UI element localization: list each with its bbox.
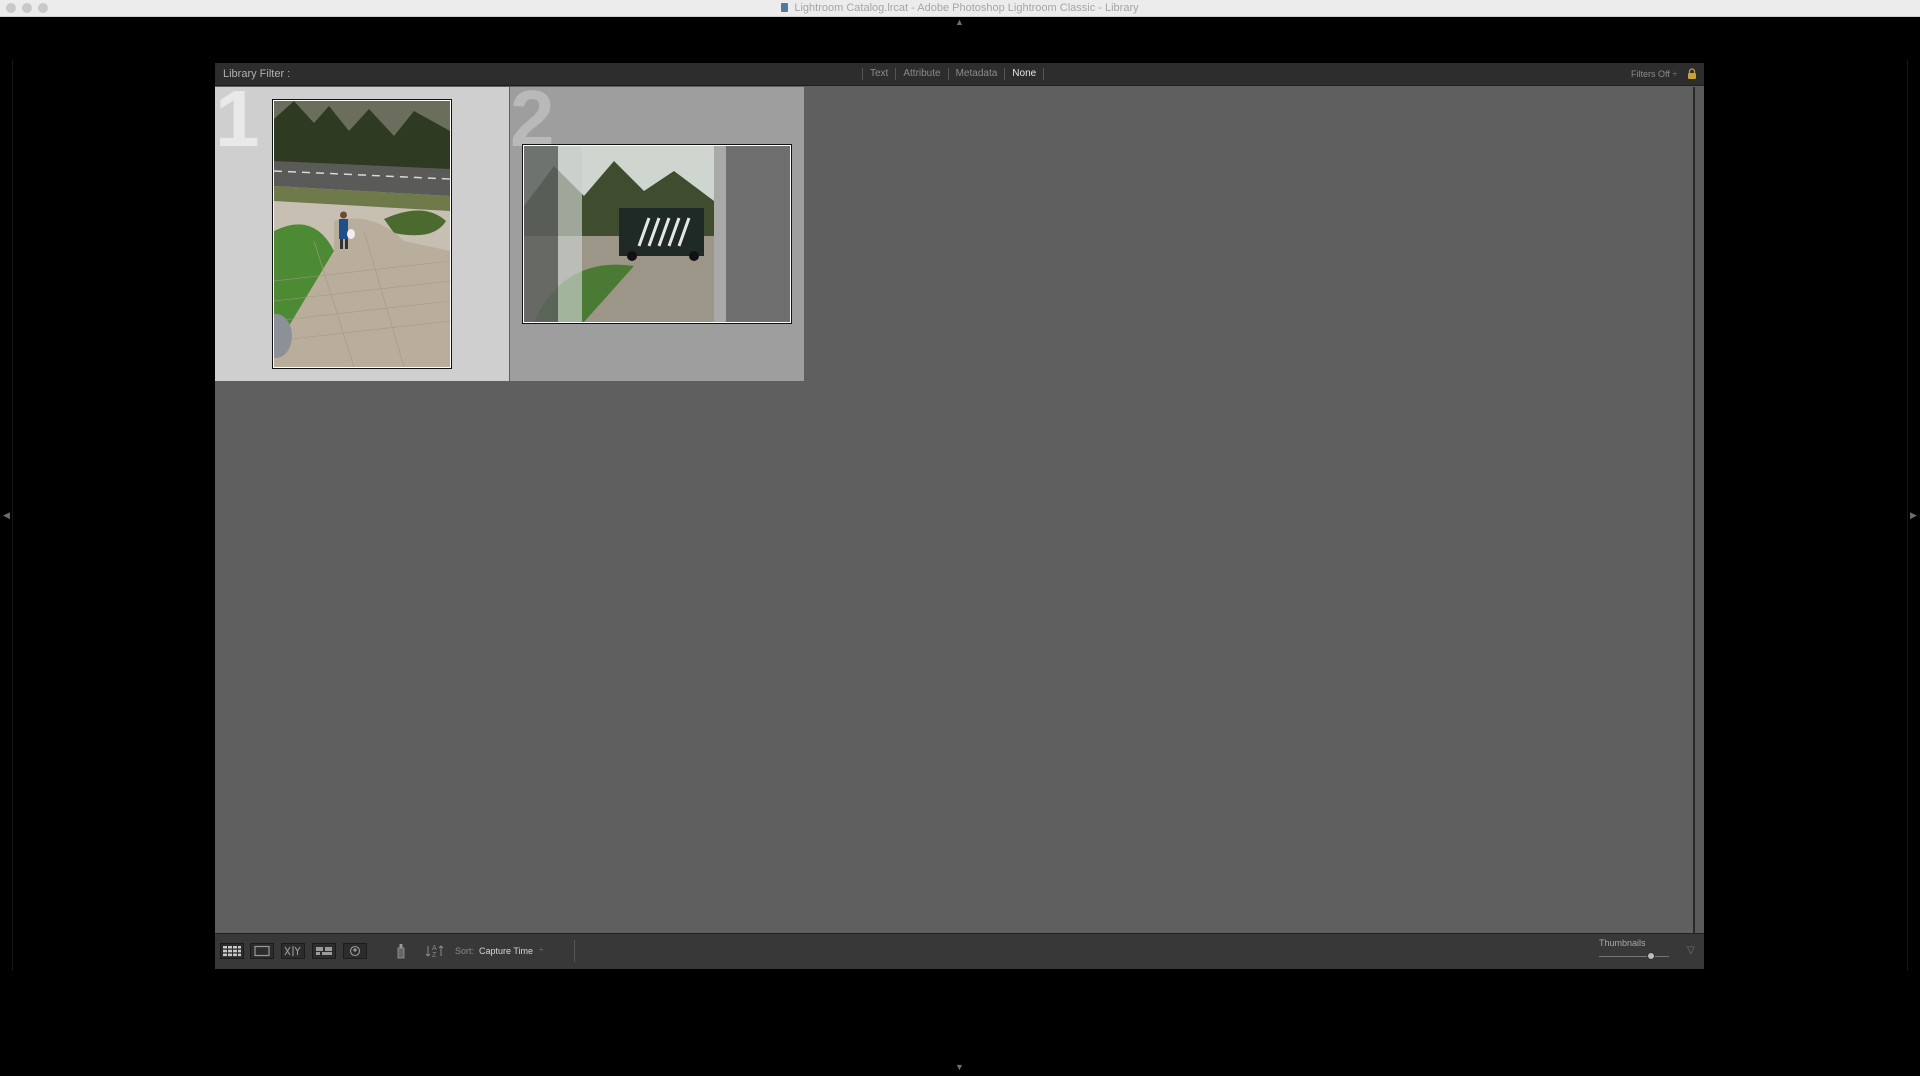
left-panel-toggle-icon[interactable]: ◀ xyxy=(3,511,10,520)
filter-tab-none[interactable]: None xyxy=(1004,68,1045,80)
grid-cell-selected[interactable]: 1 xyxy=(215,87,509,381)
top-panel-toggle-icon[interactable]: ▲ xyxy=(955,18,964,27)
lock-icon[interactable] xyxy=(1687,67,1697,79)
filter-preset-value: Filters Off xyxy=(1631,69,1670,79)
library-filter-bar: Library Filter : Text Attribute Metadata… xyxy=(215,63,1704,86)
svg-text:Z: Z xyxy=(432,952,437,959)
filter-tab-text[interactable]: Text xyxy=(862,68,895,80)
window-title: Lightroom Catalog.lrcat - Adobe Photosho… xyxy=(794,2,1139,14)
thumbnail-size-slider-knob[interactable] xyxy=(1647,952,1655,960)
photo-thumbnail-2[interactable] xyxy=(522,144,792,324)
filter-preset-dropdown[interactable]: Filters Off ÷ xyxy=(1631,69,1677,79)
compare-view-button[interactable] xyxy=(281,943,305,959)
left-panel-edge xyxy=(12,60,13,970)
library-filter-label: Library Filter : xyxy=(223,68,291,80)
toolbar-options-menu-icon[interactable]: ▽ xyxy=(1687,945,1695,956)
right-panel-edge xyxy=(1907,60,1908,970)
people-view-button[interactable] xyxy=(343,943,367,959)
chevron-updown-icon: ÷ xyxy=(1672,69,1678,79)
filter-tab-attribute[interactable]: Attribute xyxy=(895,68,947,80)
grid-cell[interactable]: 2 xyxy=(510,87,804,381)
document-icon xyxy=(781,3,789,12)
filter-tab-metadata[interactable]: Metadata xyxy=(947,68,1005,80)
filter-tabs: Text Attribute Metadata None xyxy=(862,68,1045,80)
cell-index-number: 1 xyxy=(215,87,260,163)
sort-dropdown[interactable]: Capture Time xyxy=(479,946,533,956)
sort-label: Sort: xyxy=(455,946,475,956)
grid-scrollbar[interactable] xyxy=(1693,87,1704,933)
svg-text:A: A xyxy=(432,945,437,952)
library-module: Library Filter : Text Attribute Metadata… xyxy=(215,63,1704,969)
window-titlebar: Lightroom Catalog.lrcat - Adobe Photosho… xyxy=(0,0,1920,17)
photo-grid: 1 2 xyxy=(215,87,1693,933)
right-panel-toggle-icon[interactable]: ▶ xyxy=(1910,511,1917,520)
thumbnail-size-slider[interactable] xyxy=(1599,956,1669,957)
grid-view-button[interactable] xyxy=(220,943,244,959)
loupe-view-button[interactable] xyxy=(250,943,274,959)
sort-direction-icon[interactable]: AZ xyxy=(424,943,450,959)
chevron-updown-icon[interactable]: ÷ xyxy=(539,945,543,954)
library-toolbar: AZ Sort: Capture Time ÷ Thumbnails ▽ xyxy=(215,933,1704,969)
toolbar-divider xyxy=(574,940,575,962)
thumbnails-label: Thumbnails xyxy=(1599,938,1646,948)
window-title-container: Lightroom Catalog.lrcat - Adobe Photosho… xyxy=(0,2,1920,14)
bottom-panel-toggle-icon[interactable]: ▼ xyxy=(955,1063,964,1072)
photo-thumbnail-1[interactable] xyxy=(272,99,452,369)
painter-icon[interactable] xyxy=(392,943,410,959)
survey-view-button[interactable] xyxy=(312,943,336,959)
